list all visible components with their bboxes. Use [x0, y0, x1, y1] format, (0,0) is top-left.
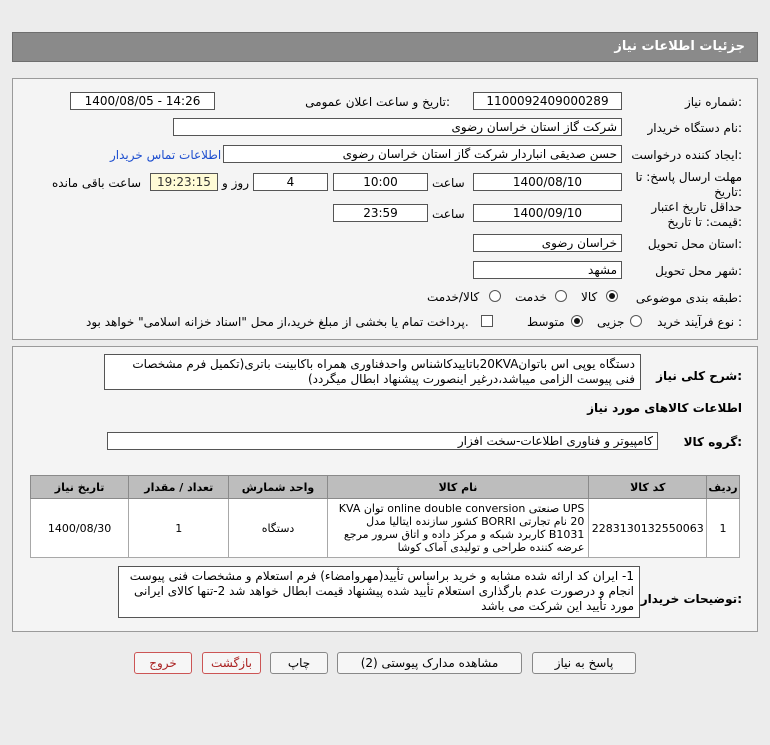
cell-date: 1400/08/30 [29, 498, 130, 558]
page-title: جزئیات اطلاعات نیاز [614, 39, 745, 54]
creator-label: ایجاد کننده درخواست: [631, 148, 742, 162]
cell-name: UPS صنعتی online double conversion توان … [326, 498, 590, 558]
province-label: استان محل تحویل: [647, 237, 742, 251]
cell-unit: دستگاه [228, 498, 328, 558]
validity-date-field: 1400/09/10 [473, 204, 622, 222]
deadline-label-1: مهلت ارسال پاسخ: تا [635, 170, 742, 184]
announce-field: 1400/08/05 - 14:26 [70, 92, 215, 110]
buyer-org-field: شرکت گاز استان خراسان رضوی [173, 118, 622, 136]
cell-qty: 1 [128, 498, 230, 558]
col-code-header: کد کالا [588, 475, 708, 499]
summary-text: دستگاه یوپی اس باتوان20KVAباتاییدکاشناس … [104, 354, 641, 390]
col-qty-header: تعداد / مقدار [128, 475, 230, 499]
remaining-time-field: 19:23:15 [150, 173, 218, 191]
items-heading: اطلاعات کالاهای مورد نیاز [587, 401, 742, 415]
category-goods-label: کالا [581, 290, 598, 304]
category-service-label: خدمت [515, 290, 547, 304]
category-goods-service-radio[interactable] [489, 290, 501, 302]
page-title-bar: جزئیات اطلاعات نیاز [12, 32, 758, 62]
validity-time-field: 23:59 [333, 204, 428, 222]
deadline-date-field: 1400/08/10 [473, 173, 622, 191]
days-field: 4 [253, 173, 328, 191]
process-label: نوع فرآیند خرید : [657, 315, 742, 329]
need-number-field: 1100092409000289 [473, 92, 622, 110]
deadline-label-2: تاریخ: [714, 185, 742, 199]
col-name-header: نام کالا [326, 475, 590, 499]
col-date-header: تاریخ نیاز [29, 475, 130, 499]
buyer-notes-label: توضیحات خریدار: [640, 592, 742, 606]
category-label: طبقه بندی موضوعی: [635, 291, 742, 305]
buyer-org-label: نام دستگاه خریدار: [647, 121, 743, 135]
process-medium-label: متوسط [527, 315, 565, 329]
category-goods-radio[interactable] [606, 290, 618, 302]
city-field: مشهد [473, 261, 622, 279]
table-row: 1400/08/30 1 دستگاه UPS صنعتی online dou… [29, 498, 740, 558]
remaining-label: ساعت باقی مانده [52, 176, 142, 190]
process-medium-radio[interactable] [571, 315, 583, 327]
cell-row: 1 [706, 498, 740, 558]
validity-label-2: قیمت: تا تاریخ: [667, 215, 742, 229]
reply-button[interactable]: پاسخ به نیاز [532, 652, 636, 674]
exit-button[interactable]: خروج [134, 652, 192, 674]
contact-buyer-link[interactable]: اطلاعات تماس خریدار [110, 148, 221, 162]
view-documents-button[interactable]: مشاهده مدارک پیوستی (2) [337, 652, 522, 674]
province-field: خراسان رضوی [473, 234, 622, 252]
category-goods-service-label: کالا/خدمت [427, 290, 480, 304]
deadline-time-field: 10:00 [333, 173, 428, 191]
treasury-payment-checkbox[interactable] [481, 315, 493, 327]
col-unit-header: واحد شمارش [228, 475, 328, 499]
treasury-payment-note: پرداخت تمام یا بخشی از مبلغ خرید،از محل … [86, 315, 469, 329]
buyer-notes-text: 1- ایران کد ارائه شده مشابه و خرید براسا… [118, 566, 640, 618]
need-number-label: شماره نیاز: [684, 95, 742, 109]
items-table: تاریخ نیاز تعداد / مقدار واحد شمارش نام … [29, 475, 740, 558]
validity-hour-label: ساعت [432, 207, 465, 221]
process-minor-label: جزیی [597, 315, 625, 329]
deadline-hour-label: ساعت [432, 176, 465, 190]
days-label: روز و [222, 176, 249, 190]
item-group-label: گروه کالا: [683, 435, 742, 449]
summary-label: شرح کلی نیاز: [656, 369, 742, 383]
item-group-field: کامپیوتر و فناوری اطلاعات-سخت افزار [107, 432, 658, 450]
validity-label-1: حداقل تاریخ اعتبار [651, 200, 742, 214]
city-label: شهر محل تحویل: [655, 264, 742, 278]
category-service-radio[interactable] [555, 290, 567, 302]
print-button[interactable]: چاپ [270, 652, 328, 674]
creator-field: حسن صدیقی انباردار شرکت گاز استان خراسان… [223, 145, 622, 163]
cell-code: 2283130132550063 [588, 498, 708, 558]
table-header-row: تاریخ نیاز تعداد / مقدار واحد شمارش نام … [29, 475, 740, 499]
col-row-header: ردیف [706, 475, 740, 499]
back-button[interactable]: بازگشت [202, 652, 261, 674]
announce-label: تاریخ و ساعت اعلان عمومی: [305, 95, 450, 109]
process-minor-radio[interactable] [630, 315, 642, 327]
